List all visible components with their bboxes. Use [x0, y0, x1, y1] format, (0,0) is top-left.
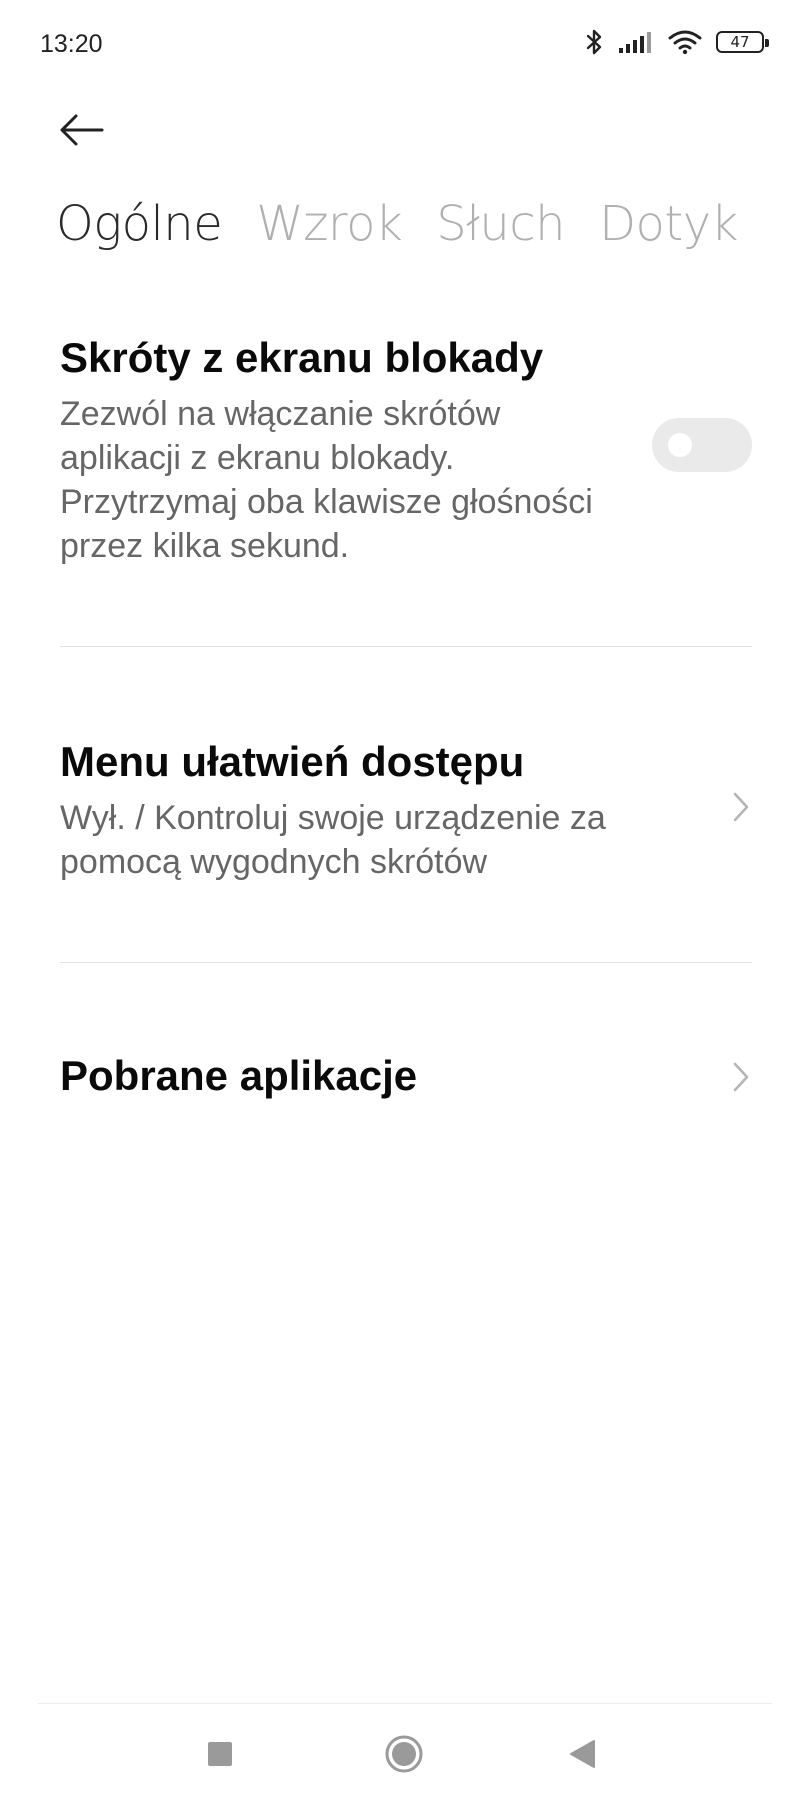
- status-time: 13:20: [40, 30, 103, 58]
- divider: [60, 962, 752, 963]
- tab-touch[interactable]: Dotyk: [599, 196, 738, 252]
- setting-description: Wył. / Kontroluj swoje urządzenie za pom…: [60, 799, 606, 881]
- navigation-bar: [0, 1704, 810, 1800]
- category-tabs: Ogólne Wzrok Słuch Dotyk: [56, 196, 738, 252]
- arrow-left-icon: [56, 114, 108, 160]
- wifi-icon: [668, 29, 702, 55]
- setting-title: Skróty z ekranu blokady: [60, 334, 544, 381]
- bluetooth-icon: [586, 28, 604, 56]
- tab-hearing[interactable]: Słuch: [436, 196, 565, 252]
- lock-screen-shortcut-toggle[interactable]: [652, 418, 752, 472]
- back-button[interactable]: [56, 104, 120, 156]
- back-triangle-icon[interactable]: [568, 1738, 598, 1775]
- status-icons: 47: [586, 28, 769, 56]
- home-circle-icon[interactable]: [384, 1734, 424, 1779]
- tab-general[interactable]: Ogólne: [56, 196, 223, 252]
- tab-vision[interactable]: Wzrok: [256, 196, 403, 252]
- toggle-knob: [668, 433, 692, 457]
- setting-description: Zezwól na włączanie skrótów aplikacji z …: [60, 395, 593, 565]
- signal-icon: [618, 30, 654, 54]
- battery-icon: 47: [716, 31, 769, 53]
- chevron-right-icon: [730, 1060, 752, 1099]
- divider: [60, 646, 752, 647]
- recents-square-icon[interactable]: [206, 1740, 234, 1773]
- chevron-right-icon: [730, 790, 752, 829]
- setting-downloaded-apps[interactable]: Pobrane aplikacje: [60, 1052, 752, 1100]
- setting-title: Pobrane aplikacje: [60, 1052, 418, 1099]
- status-bar: 13:20 47: [0, 0, 810, 92]
- setting-lock-screen-shortcut[interactable]: Skróty z ekranu blokady Zezwól na włącza…: [60, 334, 752, 568]
- setting-accessibility-menu[interactable]: Menu ułatwień dostępu Wył. / Kontroluj s…: [60, 738, 752, 884]
- setting-title: Menu ułatwień dostępu: [60, 738, 525, 785]
